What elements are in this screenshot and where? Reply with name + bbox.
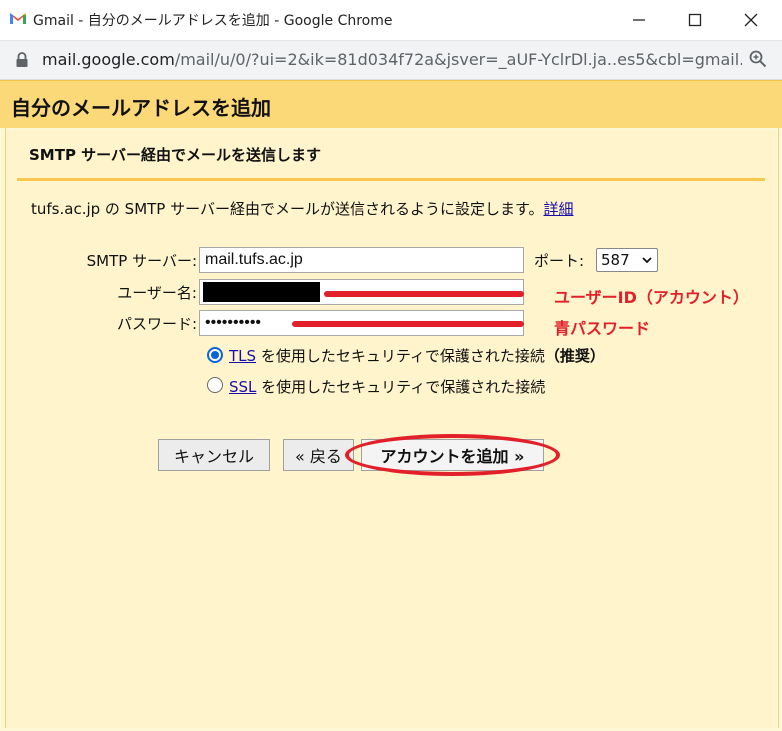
tls-option-text: TLS を使用したセキュリティで保護された接続（推奨）: [229, 345, 605, 366]
tls-description: を使用したセキュリティで保護された接続: [256, 347, 545, 365]
smtp-server-label: SMTP サーバー:: [86, 252, 197, 270]
window-title: Gmail - 自分のメールアドレスを追加 - Google Chrome: [33, 13, 393, 29]
annotation-line-password: [292, 321, 524, 327]
url-text[interactable]: mail.google.com/mail/u/0/?ui=2&ik=81d034…: [42, 50, 742, 69]
annotation-ellipse: [345, 434, 560, 476]
ssl-description: を使用したセキュリティで保護された接続: [256, 378, 546, 396]
form-panel: [6, 130, 776, 728]
maximize-button[interactable]: [680, 6, 710, 34]
chevron-down-icon: [642, 257, 652, 264]
zoom-icon[interactable]: [749, 50, 767, 68]
lock-icon[interactable]: [15, 52, 29, 68]
maximize-icon: [688, 13, 702, 27]
ssl-link[interactable]: SSL: [229, 378, 256, 396]
password-annotation: 青パスワード: [554, 319, 651, 338]
tls-link[interactable]: TLS: [229, 347, 256, 365]
tls-recommended: （推奨）: [544, 347, 605, 365]
port-label: ポート:: [534, 252, 585, 270]
port-select[interactable]: 587: [596, 248, 658, 272]
description-body: tufs.ac.jp の SMTP サーバー経由でメールが送信されるように設定し…: [31, 200, 544, 218]
port-value: 587: [601, 251, 630, 269]
smtp-server-input[interactable]: mail.tufs.ac.jp: [199, 247, 524, 273]
tls-radio[interactable]: [207, 347, 223, 363]
annotation-line-username: [324, 291, 524, 297]
section-divider: [17, 178, 765, 181]
gmail-logo-icon: [10, 13, 26, 24]
username-annotation: ユーザーID（アカウント）: [554, 288, 749, 307]
details-link[interactable]: 詳細: [543, 200, 573, 218]
close-button[interactable]: [736, 6, 766, 34]
section-heading: SMTP サーバー経由でメールを送信します: [29, 146, 322, 164]
ssl-option-text: SSL を使用したセキュリティで保護された接続: [229, 376, 545, 397]
cancel-button[interactable]: キャンセル: [158, 439, 270, 471]
url-host: mail.google.com: [42, 50, 175, 69]
ssl-radio[interactable]: [207, 377, 223, 393]
minimize-icon: [633, 19, 645, 21]
description-text: tufs.ac.jp の SMTP サーバー経由でメールが送信されるように設定し…: [31, 198, 574, 219]
password-label: パスワード:: [116, 315, 197, 333]
redacted-username: [203, 282, 320, 302]
url-path: /mail/u/0/?ui=2&ik=81d034f72a&jsver=_aUF…: [174, 50, 742, 69]
back-button[interactable]: « 戻る: [283, 439, 354, 471]
minimize-button[interactable]: [624, 6, 654, 34]
close-icon: [744, 13, 758, 27]
username-label: ユーザー名:: [117, 284, 197, 302]
page-title: 自分のメールアドレスを追加: [11, 96, 271, 120]
